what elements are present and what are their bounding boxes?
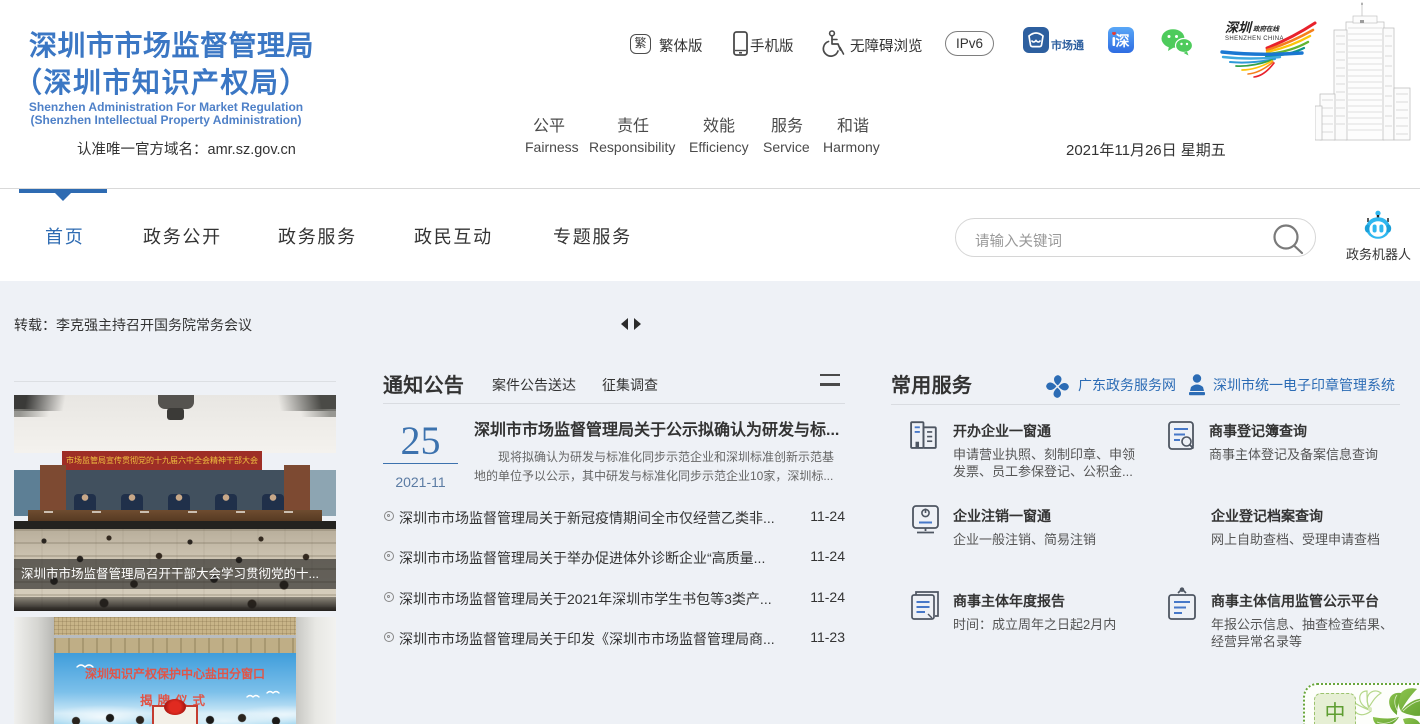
svg-text:深: 深 [1116, 33, 1130, 49]
svg-text:深圳: 深圳 [1225, 20, 1253, 35]
svg-text:SHENZHEN CHINA: SHENZHEN CHINA [1225, 36, 1284, 42]
svg-text:政府在线: 政府在线 [1253, 25, 1281, 33]
